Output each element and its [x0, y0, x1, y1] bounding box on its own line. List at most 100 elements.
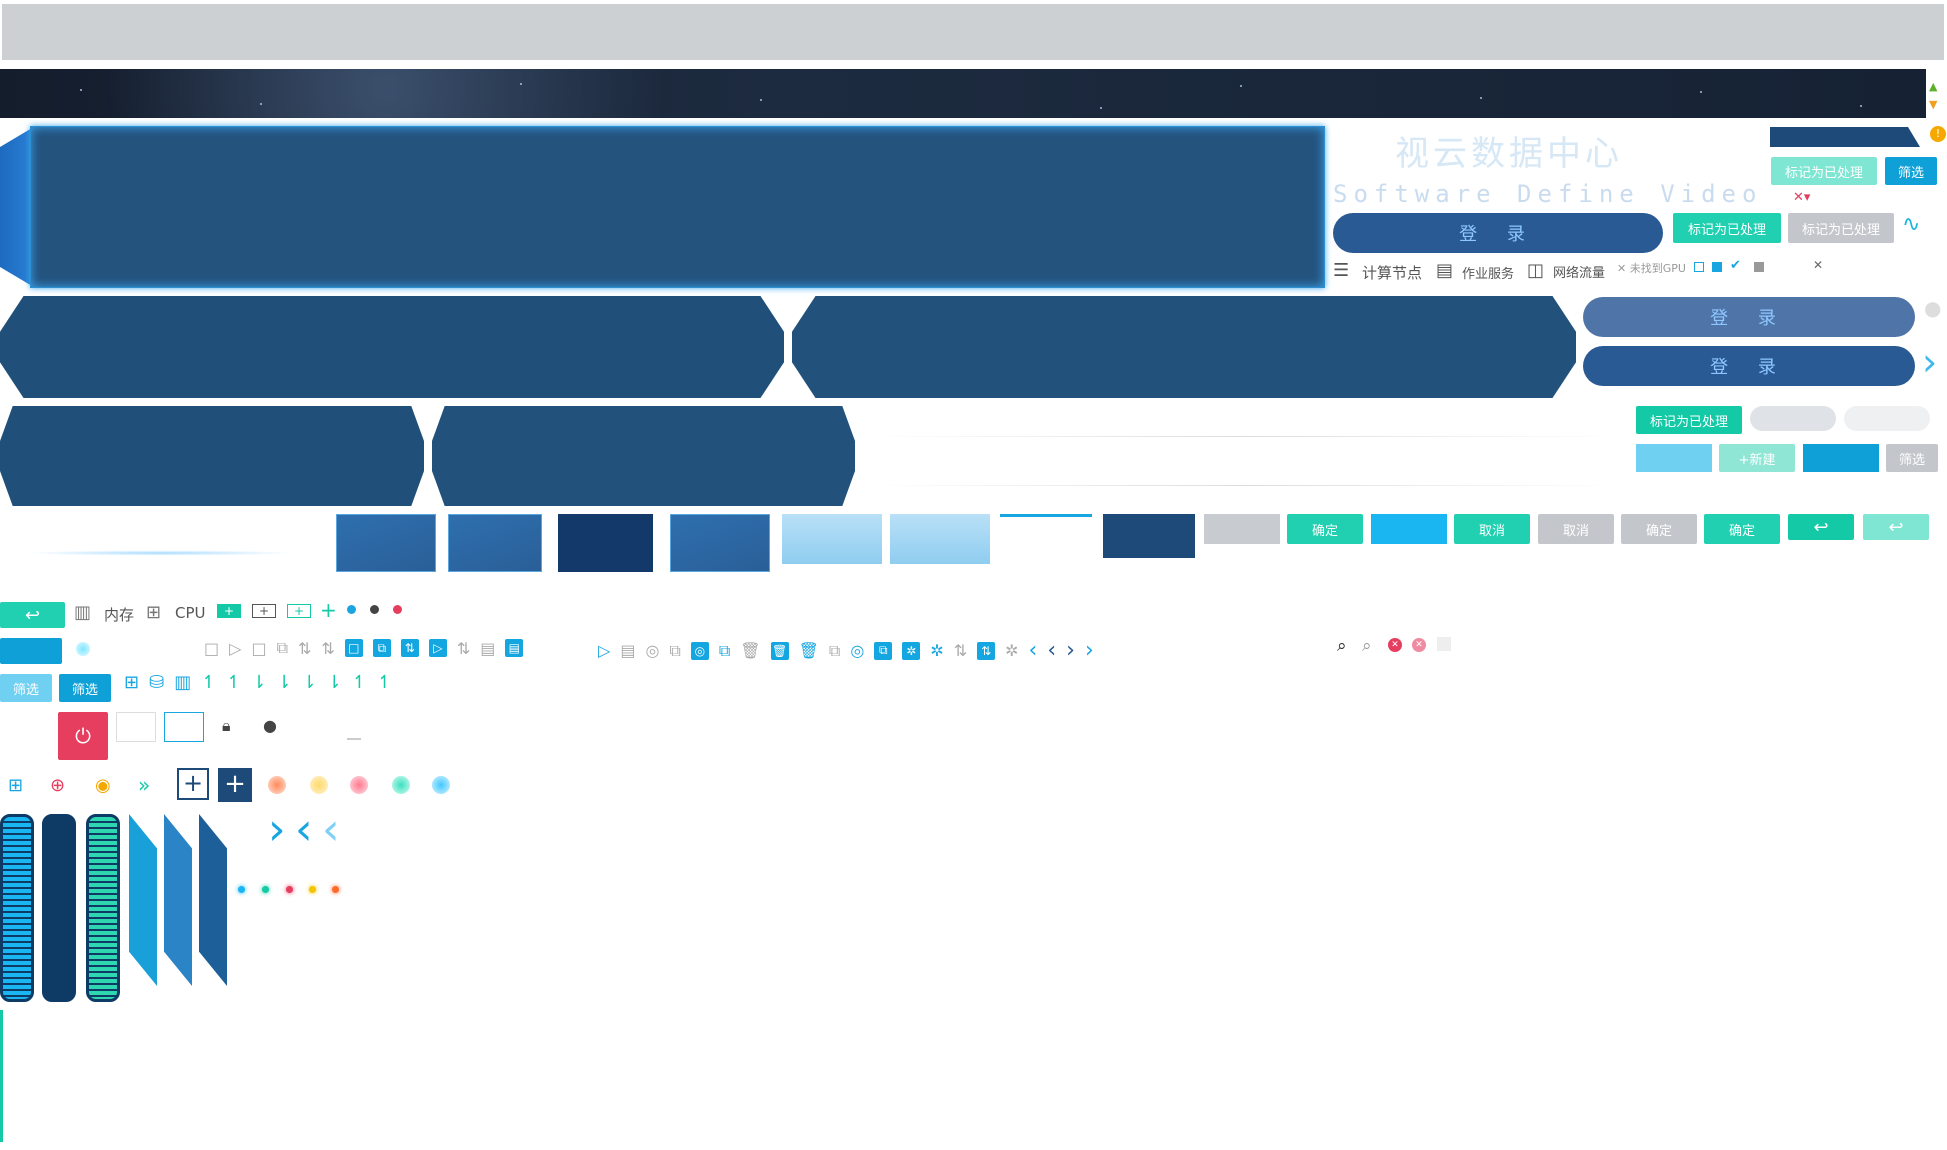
sort-icon[interactable]: ⇅	[954, 641, 967, 660]
close-circle-icon[interactable]: ✕	[1388, 638, 1402, 652]
arrow-up-icon: ↿	[351, 672, 367, 693]
login-button[interactable]: 登 录	[1583, 346, 1915, 386]
mark-processed-button[interactable]: 标记为已处理	[1771, 157, 1877, 185]
document-icon[interactable]: ▤	[505, 639, 524, 657]
search-icon[interactable]: ⌕	[1337, 636, 1347, 656]
mark-processed-button-disabled[interactable]: 标记为已处理	[1788, 213, 1894, 243]
close-icon[interactable]: ✕▾	[1793, 190, 1810, 205]
tile-light[interactable]	[890, 514, 990, 564]
square-icon[interactable]: □	[204, 639, 219, 658]
add-button-solid[interactable]: +	[218, 768, 252, 802]
confirm-button[interactable]: 确定	[1704, 514, 1780, 544]
sort-icon[interactable]: ⇅	[457, 639, 470, 658]
add-icon[interactable]: +	[287, 604, 311, 618]
refresh-icon[interactable]: ◎	[645, 641, 659, 660]
toggle-track[interactable]	[1844, 406, 1930, 431]
starfield-banner	[0, 69, 1926, 118]
add-icon[interactable]: +	[217, 604, 241, 618]
settings-icon[interactable]: ✲	[902, 641, 921, 660]
chevrons-right-icon[interactable]: »	[138, 773, 150, 797]
chevron-left-icon[interactable]: ‹	[1047, 638, 1056, 663]
nav-compute-node[interactable]: 计算节点	[1362, 262, 1422, 283]
close-icon[interactable]: ✕	[1813, 258, 1823, 272]
chevron-left-icon[interactable]: ‹	[322, 804, 340, 855]
cpu-icon: ⊞	[124, 672, 140, 693]
tile[interactable]	[1103, 514, 1195, 558]
settings-icon[interactable]: ✲	[1005, 641, 1018, 660]
back-button[interactable]: ↩	[0, 602, 65, 628]
checkbox-empty[interactable]	[1694, 262, 1704, 272]
tile[interactable]	[558, 514, 653, 572]
chevron-right-icon[interactable]: ›	[1066, 638, 1075, 663]
document-icon[interactable]: ▤	[480, 639, 495, 658]
filter-button[interactable]: 筛选	[1885, 157, 1937, 185]
cancel-button[interactable]: 取消	[1454, 514, 1530, 544]
sort-icon[interactable]: ⇅	[977, 641, 996, 660]
target-icon: ◉	[95, 775, 111, 796]
add-button-outline[interactable]: +	[177, 768, 209, 800]
close-circle-icon[interactable]: ✕	[1412, 638, 1426, 652]
chevron-right-icon[interactable]: ›	[268, 804, 286, 855]
mark-processed-button[interactable]: 标记为已处理	[1673, 213, 1781, 243]
play-icon[interactable]: ▷	[428, 639, 447, 657]
filter-button[interactable]: 筛选	[0, 674, 52, 702]
copy-icon[interactable]: ⧉	[829, 641, 840, 661]
chevron-left-icon[interactable]: ‹	[1029, 638, 1038, 663]
tile[interactable]	[448, 514, 542, 572]
tile-white[interactable]	[1000, 514, 1092, 560]
copy-icon[interactable]: ⧉	[669, 641, 680, 661]
grid-icon[interactable]: ⊞	[8, 775, 23, 796]
checkbox-disabled[interactable]	[1754, 262, 1764, 272]
nav-job-service[interactable]: 作业服务	[1462, 263, 1514, 282]
tile[interactable]	[670, 514, 770, 572]
square-icon[interactable]: □	[251, 639, 266, 658]
filter-button[interactable]: 筛选	[1886, 444, 1938, 472]
refresh-icon[interactable]: ◎	[850, 641, 864, 660]
refresh-icon[interactable]: ◎	[690, 641, 709, 660]
new-button[interactable]: +新建	[1719, 444, 1795, 472]
cpu-icon: ⊞	[146, 602, 162, 623]
sort-icon[interactable]: ⇅	[400, 639, 419, 657]
document-icon[interactable]: ▤	[620, 641, 635, 660]
arrow-up-icon[interactable]: ▲	[1929, 80, 1937, 93]
back-button[interactable]: ↩	[1863, 514, 1929, 540]
login-button[interactable]: 登 录	[1583, 297, 1915, 337]
accent-line	[0, 1010, 3, 1142]
confirm-button[interactable]: 确定	[1287, 514, 1363, 544]
input-box[interactable]	[116, 712, 156, 742]
tile-light[interactable]	[782, 514, 882, 564]
plus-icon[interactable]: +	[320, 598, 337, 622]
mark-processed-button[interactable]: 标记为已处理	[1636, 406, 1742, 434]
trash-icon[interactable]: 🗑	[740, 641, 760, 660]
trash-icon[interactable]: 🗑	[799, 641, 819, 660]
arrow-down-icon[interactable]: ▼	[1929, 98, 1937, 111]
search-icon[interactable]: ⌕	[1362, 636, 1372, 656]
sort-icon[interactable]: ⇅	[298, 639, 311, 658]
nav-network-traffic[interactable]: 网络流量	[1553, 262, 1605, 281]
checkbox-checked[interactable]	[1712, 262, 1722, 272]
cancel-button-disabled[interactable]: 取消	[1538, 514, 1614, 544]
add-icon[interactable]: +	[252, 604, 276, 618]
sort-icon[interactable]: ⇅	[321, 639, 334, 658]
trash-icon[interactable]: 🗑	[770, 641, 789, 660]
copy-icon[interactable]: ⧉	[874, 641, 893, 660]
power-button[interactable]: ⏻	[58, 712, 108, 760]
play-icon[interactable]: ▷	[598, 641, 610, 660]
chevron-right-icon[interactable]: ›	[1085, 638, 1094, 663]
toggle-track[interactable]	[1750, 406, 1836, 431]
back-button[interactable]: ↩	[1788, 514, 1854, 540]
play-icon[interactable]: ▷	[229, 639, 241, 658]
confirm-button-disabled[interactable]: 确定	[1621, 514, 1697, 544]
tile[interactable]	[336, 514, 436, 572]
chevron-left-icon[interactable]: ‹	[295, 804, 313, 855]
copy-icon[interactable]: ⧉	[372, 639, 391, 657]
input-box-focused[interactable]	[164, 712, 204, 742]
octagon-panel	[0, 406, 424, 506]
login-button[interactable]: 登 录	[1333, 213, 1663, 253]
square-icon[interactable]: □	[344, 639, 363, 657]
chevron-right-icon[interactable]: ›	[1922, 340, 1937, 384]
copy-icon[interactable]: ⧉	[277, 638, 288, 658]
settings-icon[interactable]: ✲	[930, 641, 943, 660]
filter-button[interactable]: 筛选	[59, 674, 111, 702]
copy-icon[interactable]: ⧉	[719, 641, 730, 661]
